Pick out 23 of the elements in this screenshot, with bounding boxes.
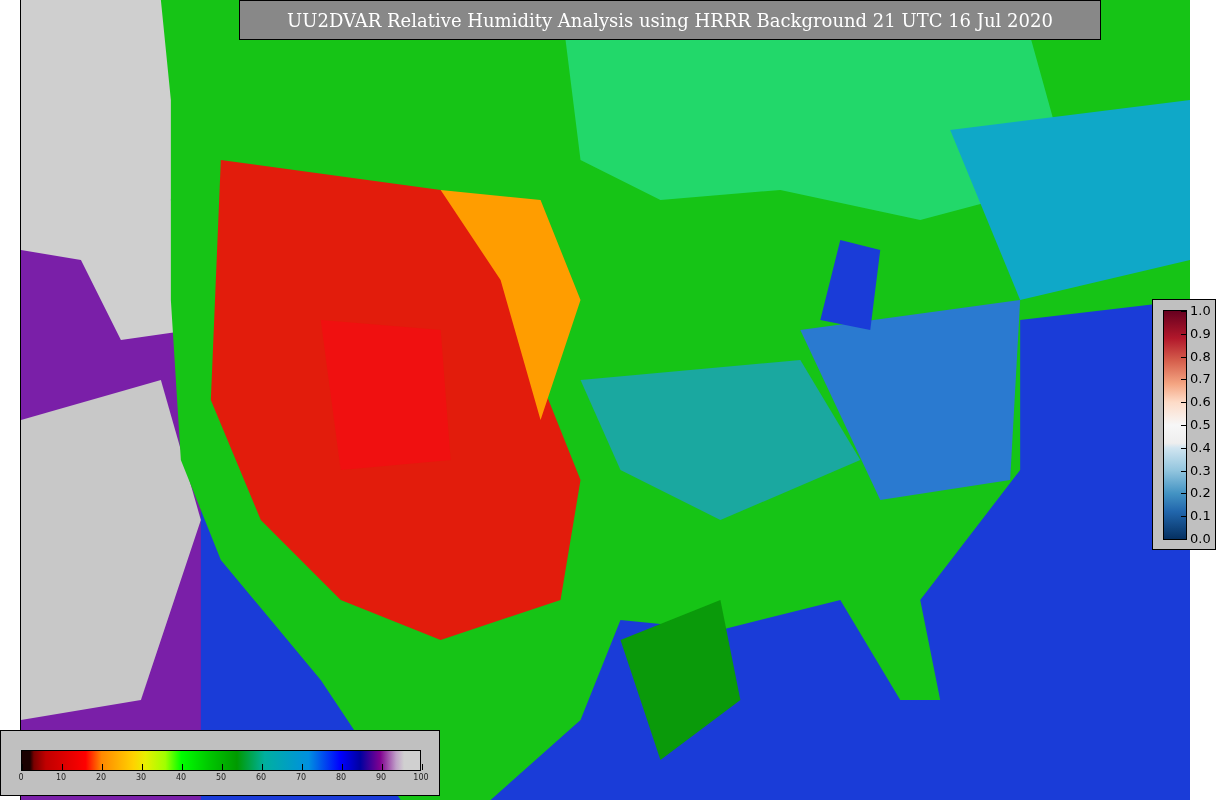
scale-label: 0.7 (1190, 370, 1211, 386)
scale-label: 0.3 (1190, 462, 1211, 478)
scale-label: 0.9 (1190, 325, 1211, 341)
scale-label: 0.5 (1190, 416, 1211, 432)
scale-label: 0 (18, 773, 24, 783)
scale-label: 100 (413, 773, 429, 783)
scale-label: 70 (295, 773, 307, 783)
scale-label: 20 (95, 773, 107, 783)
scale-label: 1.0 (1190, 302, 1211, 318)
scale-label: 10 (55, 773, 67, 783)
scale-label: 0.0 (1190, 530, 1211, 546)
map-title: UU2DVAR Relative Humidity Analysis using HRRR Background 21 UTC 16 Jul 2020 (287, 8, 1053, 33)
scale-label: 0.6 (1190, 393, 1211, 409)
scale-label: 80 (335, 773, 347, 783)
scale-label: 0.2 (1190, 484, 1211, 500)
scale-label: 0.1 (1190, 507, 1211, 523)
scale-label: 0.8 (1190, 348, 1211, 364)
scale-label: 40 (175, 773, 187, 783)
scale-label: 50 (215, 773, 227, 783)
scale-label: 90 (375, 773, 387, 783)
scale-label: 60 (255, 773, 267, 783)
scale-label: 30 (135, 773, 147, 783)
scale-label: 0.4 (1190, 439, 1211, 455)
